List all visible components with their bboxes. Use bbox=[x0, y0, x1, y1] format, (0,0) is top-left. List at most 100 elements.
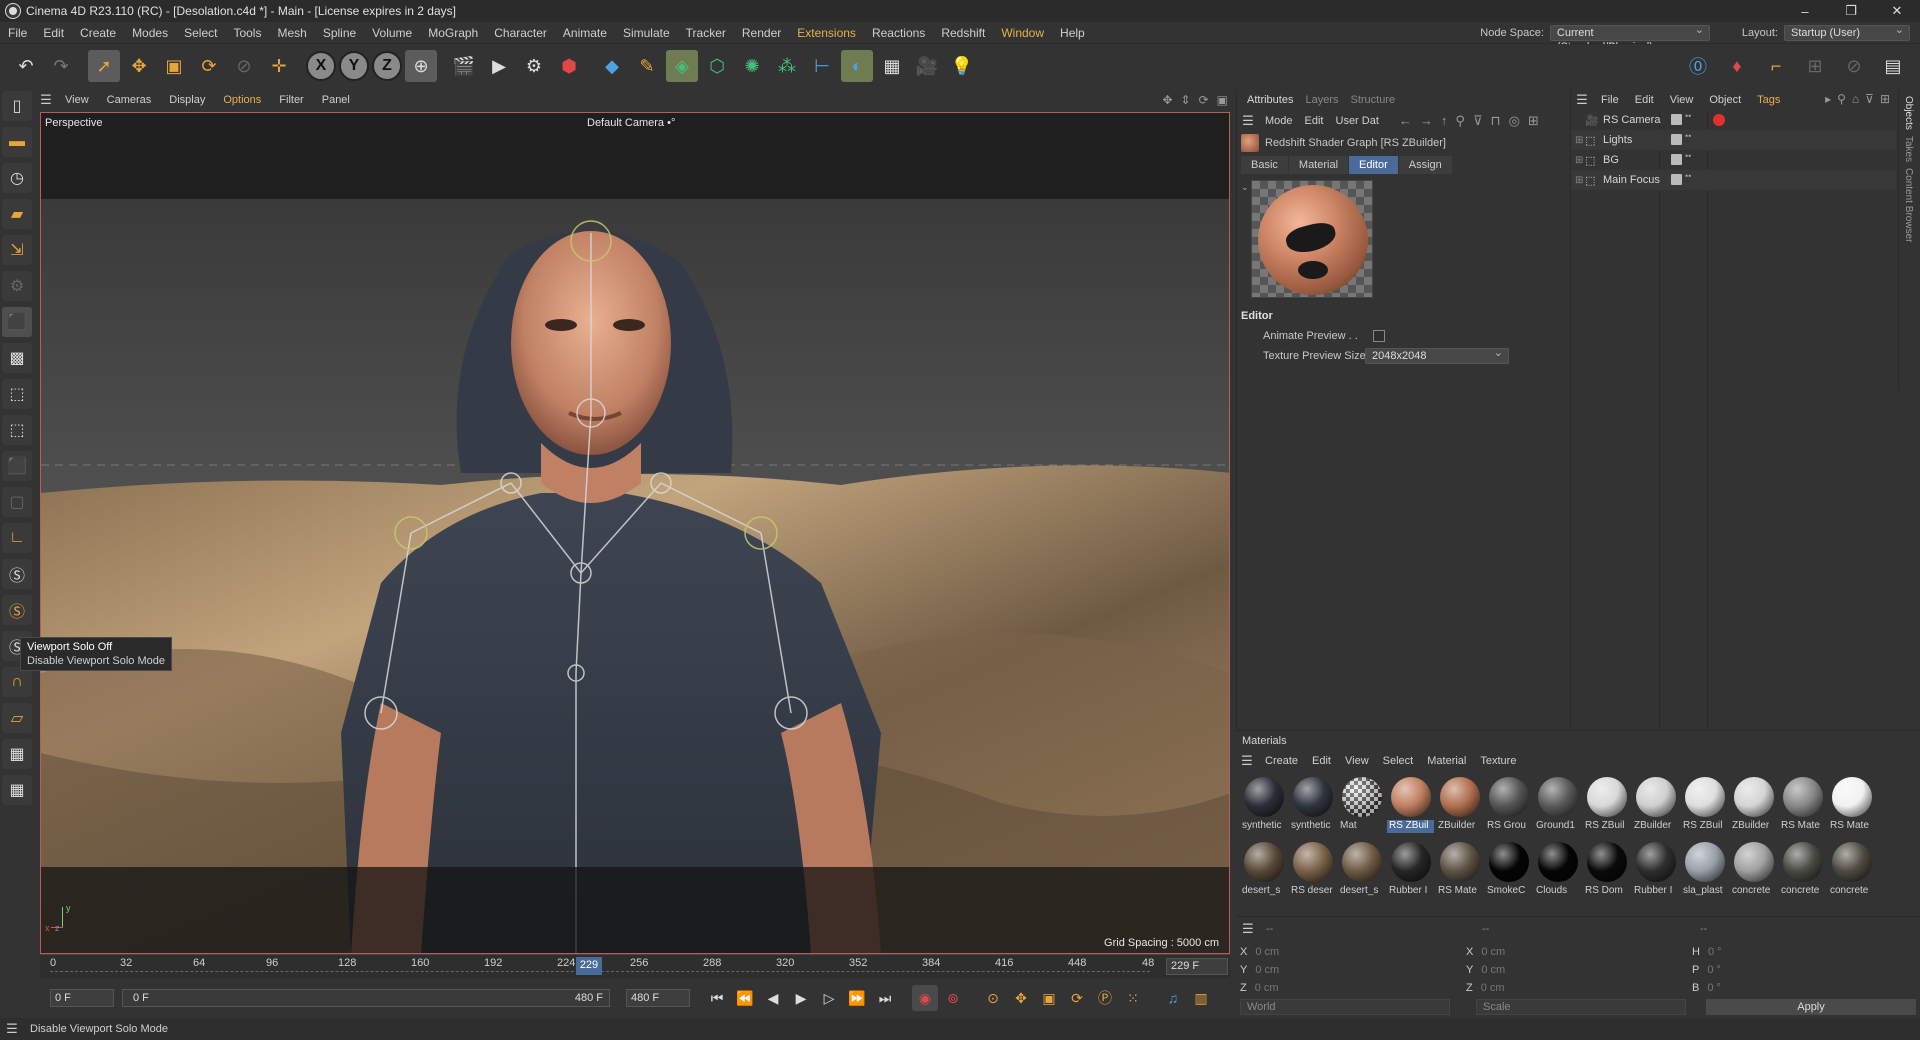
object-visibility[interactable]: •• bbox=[1671, 132, 1691, 145]
zoom-icon[interactable]: ⇕ bbox=[1181, 90, 1191, 110]
subtab-basic[interactable]: Basic bbox=[1241, 156, 1289, 174]
menu-volume[interactable]: Volume bbox=[364, 26, 420, 40]
viewport-menu-options[interactable]: Options bbox=[214, 94, 270, 106]
axis-mode-icon[interactable]: ∟ bbox=[2, 523, 32, 553]
previous-key-icon[interactable]: ⏪ bbox=[732, 985, 758, 1011]
more-arrow-icon[interactable]: ▸ bbox=[1825, 92, 1831, 106]
menu-simulate[interactable]: Simulate bbox=[615, 26, 678, 40]
apply-button[interactable]: Apply bbox=[1706, 999, 1916, 1015]
viewport-solo-off-icon[interactable]: Ⓢ bbox=[2, 595, 32, 625]
object-row[interactable]: ⊞ ⬚ Main Focus •• bbox=[1571, 170, 1896, 190]
animate-preview-checkbox[interactable] bbox=[1373, 330, 1385, 342]
visibility-dots-icon[interactable]: •• bbox=[1685, 172, 1691, 184]
cloner-icon[interactable]: ✺ bbox=[736, 50, 768, 82]
autokey-icon[interactable]: ⊚ bbox=[940, 985, 966, 1011]
materials-menu-material[interactable]: Material bbox=[1420, 755, 1473, 767]
cube-icon[interactable]: ◆ bbox=[596, 50, 628, 82]
material-thumbnail[interactable]: concrete bbox=[1779, 840, 1826, 905]
menu-tools[interactable]: Tools bbox=[225, 26, 269, 40]
render-region-icon[interactable]: 🎬 bbox=[448, 50, 480, 82]
size-x-field[interactable]: X0 cm bbox=[1466, 943, 1676, 961]
timeline-window-icon[interactable]: ▥ bbox=[1188, 985, 1214, 1011]
material-thumbnail[interactable]: ZBuilder bbox=[1436, 775, 1483, 840]
orbit-icon[interactable]: ⟳ bbox=[1199, 90, 1209, 110]
vtab-objects[interactable]: Objects bbox=[1903, 96, 1914, 130]
material-thumbnail[interactable]: RS deser bbox=[1289, 840, 1336, 905]
parameter-key-icon[interactable]: Ⓟ bbox=[1092, 985, 1118, 1011]
end-frame-field[interactable]: 480 F bbox=[626, 989, 690, 1007]
objects-menu-edit[interactable]: Edit bbox=[1627, 94, 1662, 106]
menu-redshift[interactable]: Redshift bbox=[933, 26, 993, 40]
floor-icon[interactable]: ▦ bbox=[876, 50, 908, 82]
extrude-icon[interactable]: ⬡ bbox=[701, 50, 733, 82]
coordinates-menu-icon[interactable]: ☰ bbox=[1242, 921, 1254, 937]
material-thumbnail[interactable]: desert_s bbox=[1338, 840, 1385, 905]
material-thumbnail[interactable]: desert_s bbox=[1240, 840, 1287, 905]
object-row[interactable]: ⊞ ⬚ Lights •• bbox=[1571, 130, 1896, 150]
play-icon[interactable]: ▶ bbox=[788, 985, 814, 1011]
start-frame-field[interactable]: 0 F bbox=[50, 989, 114, 1007]
expand-icon[interactable]: ⊞ bbox=[1575, 155, 1585, 166]
search-icon[interactable]: ⚲ bbox=[1455, 113, 1465, 129]
material-thumbnail[interactable]: Mat bbox=[1338, 775, 1385, 840]
material-preview[interactable] bbox=[1251, 180, 1373, 298]
viewport[interactable]: Perspective Default Camera •° Grid Spaci… bbox=[40, 112, 1230, 954]
go-to-end-icon[interactable]: ⏭ bbox=[872, 985, 898, 1011]
current-frame-field[interactable]: 229 F bbox=[1166, 958, 1228, 975]
coordinate-mode-dropdown[interactable]: World bbox=[1240, 999, 1450, 1015]
save-icon[interactable]: ▬ bbox=[2, 127, 32, 157]
visibility-dots-icon[interactable]: •• bbox=[1685, 152, 1691, 164]
menu-select[interactable]: Select bbox=[176, 26, 225, 40]
field-icon[interactable]: ◐ bbox=[841, 50, 873, 82]
material-thumbnail[interactable]: RS ZBuil bbox=[1681, 775, 1728, 840]
workplane-icon[interactable]: ⊞ bbox=[1799, 50, 1831, 82]
menu-create[interactable]: Create bbox=[72, 26, 124, 40]
enable-checkbox[interactable] bbox=[1671, 154, 1682, 165]
keyframe-selection-icon[interactable]: ⊙ bbox=[980, 985, 1006, 1011]
open-icon[interactable]: ▰ bbox=[2, 199, 32, 229]
subdivision-icon[interactable]: ◈ bbox=[666, 50, 698, 82]
filter-icon[interactable]: ⊽ bbox=[1473, 113, 1483, 129]
snap-icon[interactable]: ⌐ bbox=[1760, 50, 1792, 82]
material-thumbnail[interactable]: Rubber I bbox=[1632, 840, 1679, 905]
close-button[interactable]: ✕ bbox=[1874, 0, 1920, 22]
solo-icon[interactable]: Ⓢ bbox=[2, 559, 32, 589]
rotation-b-field[interactable]: B0 ° bbox=[1692, 979, 1902, 997]
polygons-mode-icon[interactable]: ⬛ bbox=[2, 451, 32, 481]
locked-workplane-icon[interactable]: ▦ bbox=[2, 775, 32, 805]
go-to-start-icon[interactable]: ⏮ bbox=[704, 985, 730, 1011]
render-settings-icon[interactable]: ⚙ bbox=[518, 50, 550, 82]
attributes-menu-mode[interactable]: Mode bbox=[1259, 115, 1299, 127]
material-thumbnail[interactable]: RS ZBuil bbox=[1583, 775, 1630, 840]
menu-file[interactable]: File bbox=[0, 26, 35, 40]
objects-menu-file[interactable]: File bbox=[1593, 94, 1627, 106]
materials-menu-create[interactable]: Create bbox=[1258, 755, 1305, 767]
texture-mode-icon[interactable]: ▩ bbox=[2, 343, 32, 373]
material-thumbnail[interactable]: sla_plast bbox=[1681, 840, 1728, 905]
rotation-h-field[interactable]: H0 ° bbox=[1692, 943, 1902, 961]
redshift-ipr-icon[interactable]: ♦ bbox=[1721, 50, 1753, 82]
objects-menu-object[interactable]: Object bbox=[1701, 94, 1749, 106]
material-thumbnail[interactable]: RS Mate bbox=[1779, 775, 1826, 840]
subtab-material[interactable]: Material bbox=[1288, 156, 1350, 174]
search-icon[interactable]: ⚲ bbox=[1837, 92, 1846, 106]
materials-menu-texture[interactable]: Texture bbox=[1473, 755, 1523, 767]
objects-menu-tags[interactable]: Tags bbox=[1749, 94, 1788, 106]
preview-range-slider[interactable]: 0 F 480 F bbox=[122, 989, 610, 1007]
enable-checkbox[interactable] bbox=[1671, 134, 1682, 145]
materials-menu-view[interactable]: View bbox=[1338, 755, 1376, 767]
menu-extensions[interactable]: Extensions bbox=[789, 26, 864, 40]
new-scene-icon[interactable]: ▯ bbox=[2, 91, 32, 121]
home-icon[interactable]: ⌂ bbox=[1852, 92, 1859, 106]
merge-icon[interactable]: ⇲ bbox=[2, 235, 32, 265]
y-axis-icon[interactable]: Y bbox=[339, 51, 369, 81]
record-icon[interactable]: ◉ bbox=[912, 985, 938, 1011]
menu-character[interactable]: Character bbox=[486, 26, 555, 40]
pan-icon[interactable]: ✥ bbox=[1162, 90, 1172, 110]
light-icon[interactable]: 💡 bbox=[946, 50, 978, 82]
menu-modes[interactable]: Modes bbox=[124, 26, 176, 40]
material-thumbnail[interactable]: RS Grou bbox=[1485, 775, 1532, 840]
attributes-menu-edit[interactable]: Edit bbox=[1299, 115, 1330, 127]
object-row[interactable]: ⊞ ⬚ BG •• bbox=[1571, 150, 1896, 170]
menu-reactions[interactable]: Reactions bbox=[864, 26, 933, 40]
